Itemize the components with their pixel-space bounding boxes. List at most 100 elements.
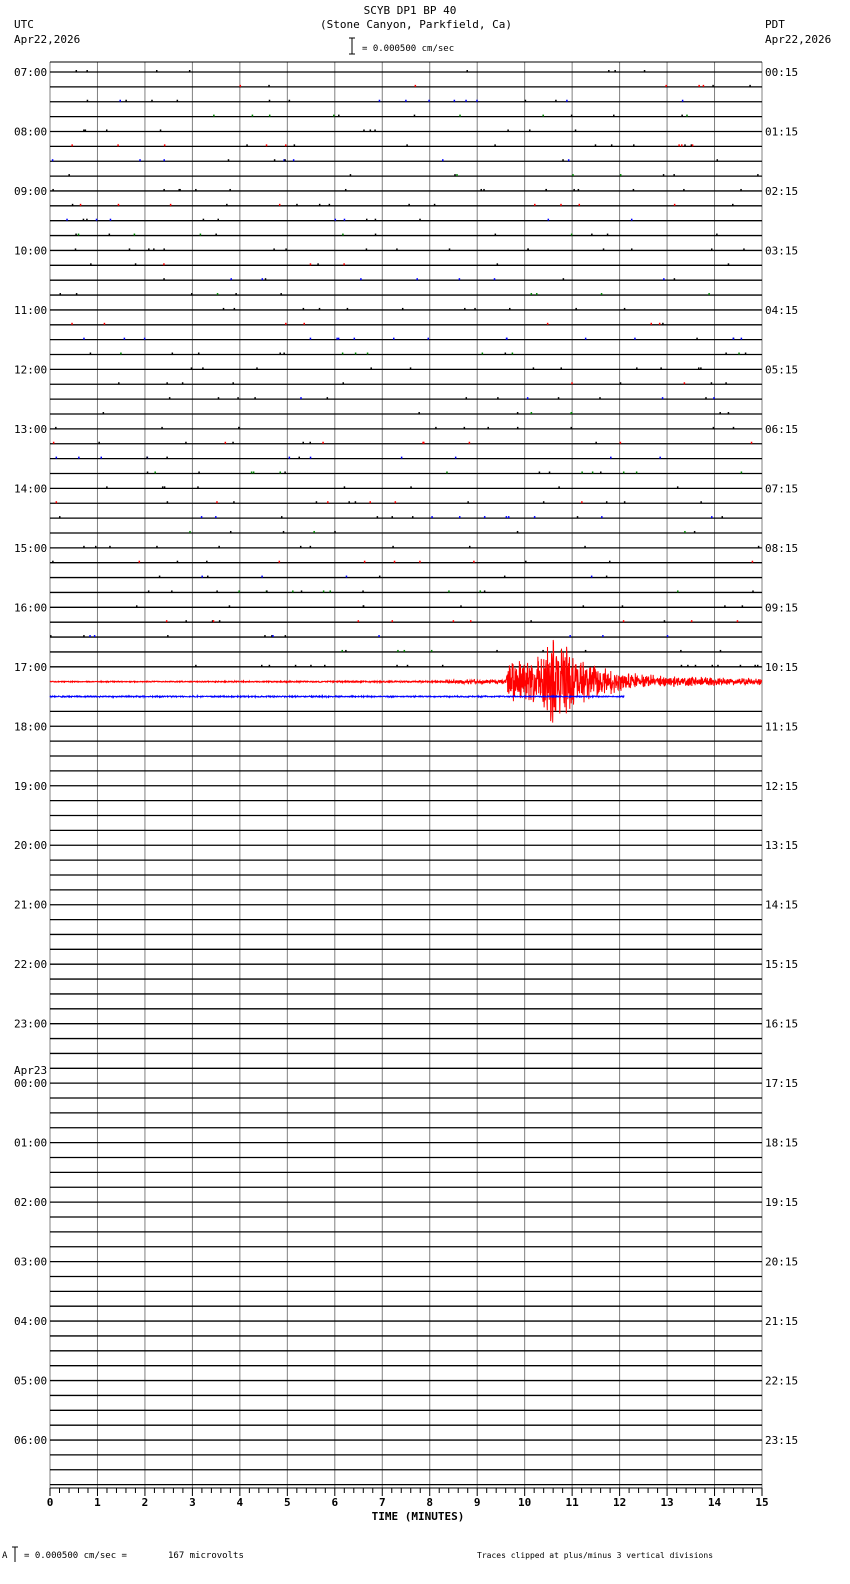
noise-spike [476,99,478,102]
noise-spike [83,129,85,132]
noise-spike [165,620,168,623]
noise-spike [698,84,700,87]
noise-spike [264,635,266,638]
pdt-hour-label: 14:15 [765,899,798,912]
noise-spike [676,486,679,489]
noise-spike [284,471,286,474]
noise-spike [370,367,372,370]
noise-spike [542,114,544,117]
pdt-hour-label: 22:15 [765,1375,798,1388]
noise-spike [599,397,601,400]
noise-spike [374,218,377,221]
pdt-hour-label: 09:15 [765,601,798,614]
noise-spike [757,545,760,548]
noise-spike [581,471,583,474]
noise-spike [463,426,466,429]
noise-spike [591,471,594,474]
noise-spike [298,456,300,459]
noise-spike [606,233,609,236]
noise-spike [360,278,362,281]
pdt-hour-label: 06:15 [765,423,798,436]
noise-spike [711,664,714,667]
noise-spike [622,620,625,623]
x-tick-label: 12 [613,1496,626,1509]
noise-spike [362,590,364,593]
noise-spike [458,516,461,519]
date-change-label: Apr23 [14,1064,47,1077]
noise-spike [524,99,527,102]
noise-spike [673,174,675,177]
noise-spike [83,635,85,638]
noise-spike [256,367,258,370]
noise-spike [163,188,165,191]
noise-spike [166,382,168,385]
noise-spike [261,664,263,667]
noise-spike [229,188,231,191]
x-tick-label: 10 [518,1496,531,1509]
noise-spike [197,352,200,355]
noise-spike [431,516,433,519]
noise-spike [441,664,444,667]
noise-spike [284,635,287,638]
noise-spike [725,382,727,385]
noise-spike [408,203,410,206]
utc-hour-label: 04:00 [14,1315,47,1328]
noise-spike [573,188,575,191]
noise-spike [235,293,237,296]
x-tick-label: 15 [755,1496,768,1509]
noise-spike [283,352,285,355]
noise-spike [542,649,544,652]
noise-spike [266,590,268,593]
noise-spike [345,575,348,578]
noise-spike [163,248,165,251]
pdt-hour-label: 12:15 [765,780,798,793]
utc-hour-label: 17:00 [14,661,47,674]
pdt-hour-label: 05:15 [765,363,798,376]
noise-spike [324,664,326,667]
noise-spike [623,501,626,504]
noise-spike [452,620,455,623]
noise-spike [567,159,570,162]
noise-spike [79,203,82,206]
noise-spike [346,307,349,310]
pdt-hour-label: 04:15 [765,304,798,317]
noise-spike [123,337,126,340]
noise-spike [570,233,573,236]
noise-spike [459,114,461,117]
noise-spike [119,99,121,102]
utc-hour-label: 06:00 [14,1434,47,1447]
noise-spike [264,278,267,281]
noise-spike [622,471,625,474]
noise-spike [409,367,412,370]
noise-spike [159,129,162,132]
noise-spike [716,159,719,162]
noise-spike [536,293,538,296]
noise-spike [156,70,158,72]
noise-spike [167,635,169,638]
noise-spike [680,649,682,652]
noise-spike [547,218,550,221]
noise-spike [280,293,282,296]
noise-spike [354,352,357,355]
noise-spike [215,516,217,519]
noise-spike [684,144,686,147]
noise-spike [430,649,433,652]
utc-hour-label: 02:00 [14,1196,47,1209]
noise-spike [163,144,166,147]
noise-spike [212,620,215,623]
noise-spike [632,188,635,191]
noise-spike [446,471,448,474]
noise-spike [727,412,730,415]
noise-spike [288,456,291,459]
noise-spike [59,516,61,519]
noise-spike [419,560,421,563]
noise-spike [468,441,471,444]
noise-spike [278,560,281,563]
noise-spike [677,590,679,593]
noise-spike [55,426,57,429]
noise-spike [636,367,638,370]
noise-spike [584,337,587,340]
noise-spike [341,649,344,652]
utc-hour-label: 07:00 [14,66,47,79]
noise-spike [343,263,345,266]
